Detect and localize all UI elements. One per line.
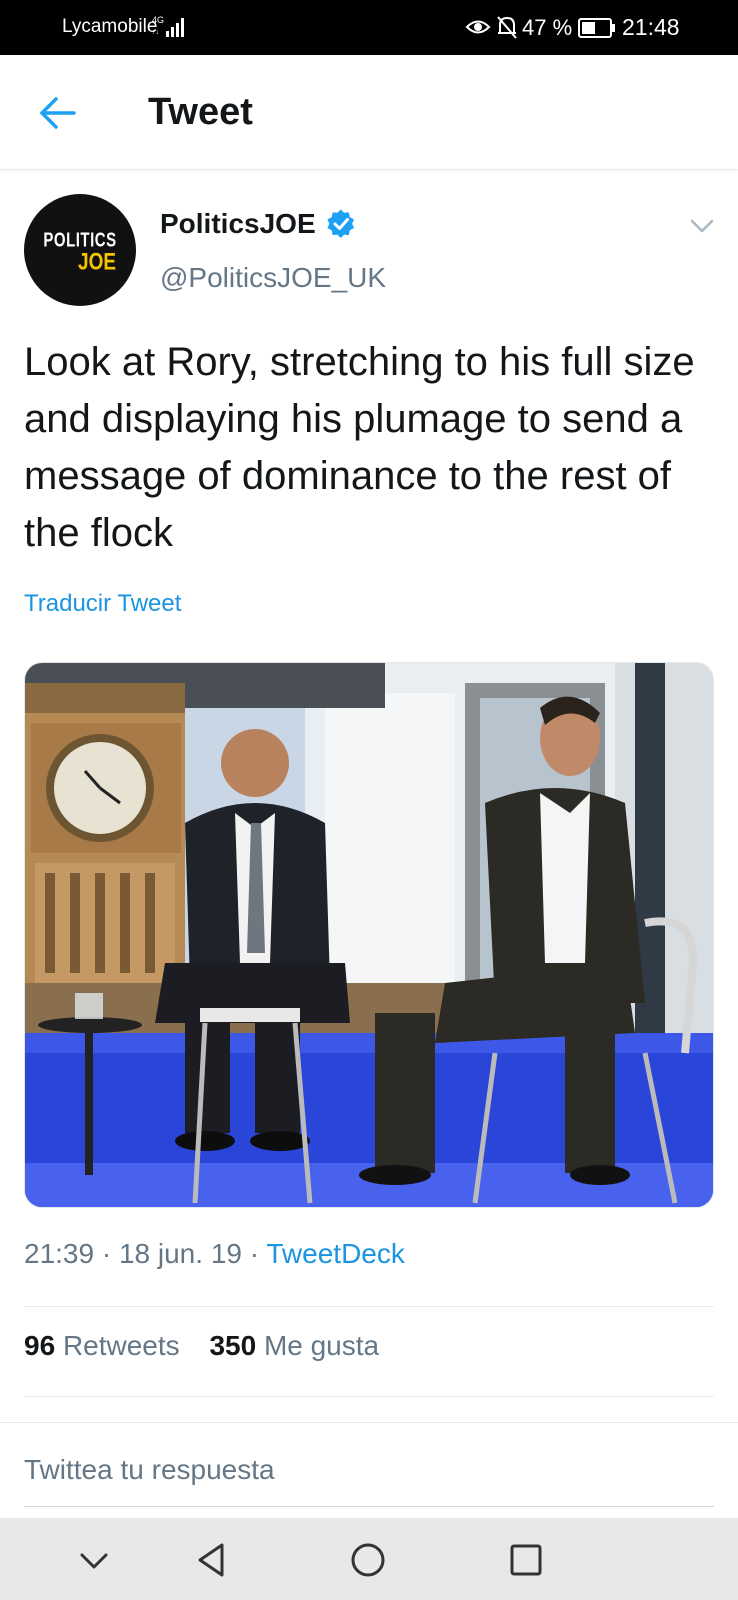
reply-section-border	[0, 1422, 738, 1423]
signal-icon: 4G ↑↓	[152, 15, 184, 37]
likes-stat[interactable]: 350 Me gusta	[209, 1330, 379, 1361]
svg-text:↑↓: ↑↓	[152, 29, 159, 36]
tweet-timestamp: 21:39 · 18 jun. 19 · TweetDeck	[24, 1238, 405, 1269]
divider	[24, 1396, 714, 1397]
bell-off-icon	[497, 16, 517, 39]
recents-square-icon[interactable]	[506, 1540, 546, 1580]
carrier-name: Lycamobile	[62, 16, 158, 37]
tweet-time: 21:39	[24, 1238, 95, 1269]
likes-label: Me gusta	[263, 1330, 380, 1361]
retweets-label: Retweets	[62, 1330, 180, 1361]
back-triangle-icon[interactable]	[192, 1540, 232, 1580]
avatar-logo-line2: JOE	[78, 249, 117, 276]
reply-input-underline	[24, 1506, 714, 1507]
battery-icon	[578, 18, 615, 38]
chevron-down-icon[interactable]	[74, 1540, 114, 1580]
status-bar: Lycamobile 4G ↑↓ 47 % 21:48	[0, 0, 738, 55]
reply-input[interactable]: Twittea tu respuesta	[24, 1454, 275, 1486]
app-header: Tweet	[0, 55, 738, 170]
tweet-date: 18 jun. 19	[118, 1238, 242, 1269]
divider	[24, 1306, 714, 1307]
system-nav-bar	[0, 1518, 738, 1600]
retweets-count: 96	[24, 1330, 56, 1361]
page-title: Tweet	[148, 91, 253, 133]
eye-icon	[465, 20, 491, 34]
translate-tweet-link[interactable]: Traducir Tweet	[24, 590, 181, 618]
tweet-photo	[25, 663, 713, 1207]
tweet-text: Look at Rory, stretching to his full siz…	[24, 340, 695, 555]
likes-count: 350	[209, 1330, 257, 1361]
tweet-stats: 96 Retweets 350 Me gusta	[24, 1330, 401, 1362]
status-time: 21:48	[622, 14, 680, 40]
battery-percent: 47 %	[522, 15, 573, 40]
author-handle[interactable]: @PoliticsJOE_UK	[160, 262, 386, 294]
author-display-name[interactable]: PoliticsJOE	[160, 208, 316, 240]
tweet-source-link[interactable]: TweetDeck	[266, 1238, 405, 1269]
network-type: 4G	[152, 15, 164, 25]
retweets-stat[interactable]: 96 Retweets	[24, 1330, 180, 1361]
home-circle-icon[interactable]	[348, 1540, 388, 1580]
chevron-down-icon[interactable]	[688, 214, 716, 238]
avatar[interactable]: POLITICS JOE	[24, 194, 136, 306]
tweet-media-image[interactable]	[24, 662, 714, 1208]
verified-badge-icon	[327, 209, 355, 238]
arrow-left-icon[interactable]	[36, 91, 80, 135]
